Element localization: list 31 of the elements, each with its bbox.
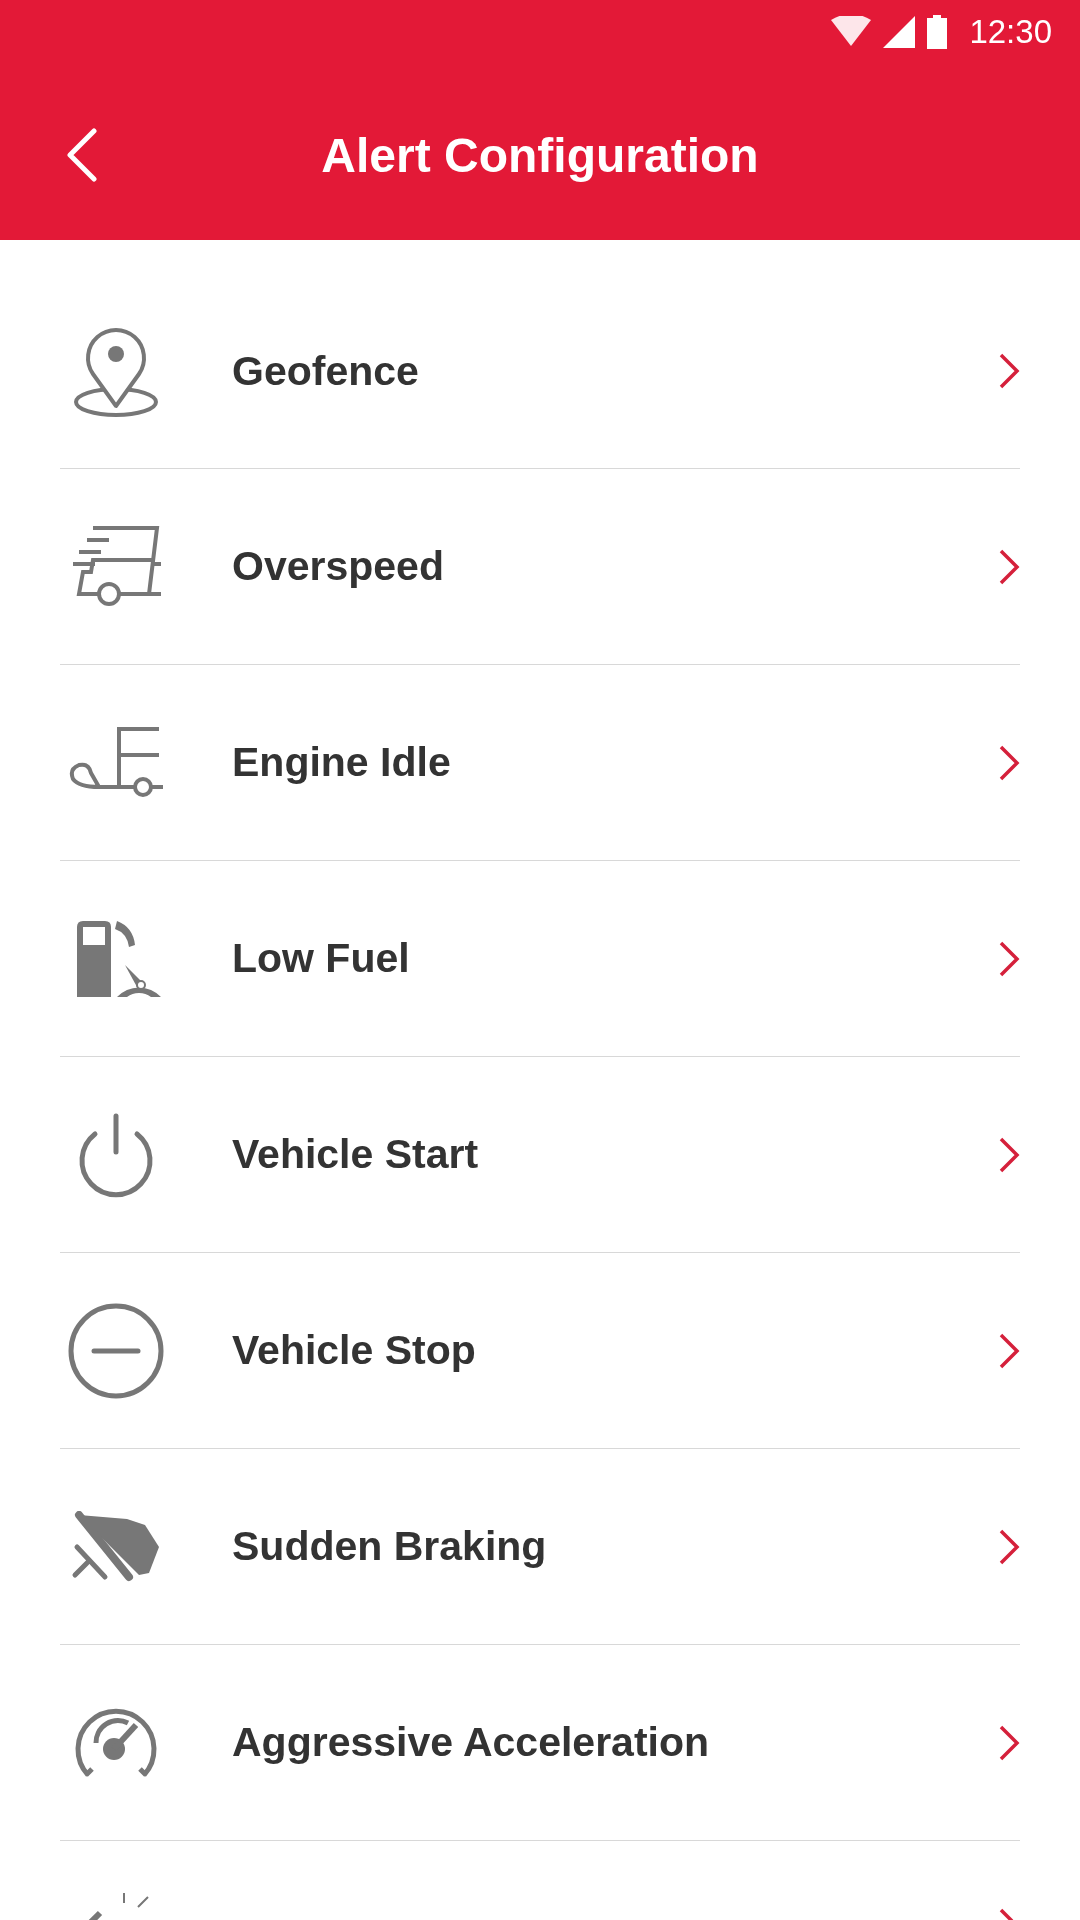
status-time: 12:30: [969, 13, 1052, 51]
chevron-right-icon: [998, 547, 1020, 586]
alert-type-label: Engine Idle: [232, 739, 451, 786]
alert-type-label: Sudden Braking: [232, 1523, 547, 1570]
alert-type-item[interactable]: Vehicle Start: [60, 1057, 1020, 1253]
wifi-icon: [831, 16, 872, 48]
alert-type-item[interactable]: Sudden Braking: [60, 1449, 1020, 1645]
signal-icon: [883, 16, 916, 48]
battery-icon: [927, 15, 948, 49]
alert-type-item[interactable]: Aggressive Acceleration: [60, 1645, 1020, 1841]
alert-type-item[interactable]: Geofence: [60, 240, 1020, 469]
minus-circle-icon: [67, 1301, 165, 1400]
chevron-right-icon: [998, 1135, 1020, 1174]
chevron-right-icon: [998, 743, 1020, 782]
alert-type-label: Vehicle Stop: [232, 1327, 476, 1374]
alert-type-item[interactable]: Overspeed: [60, 469, 1020, 665]
alert-type-label: Geofence: [232, 347, 419, 395]
alert-type-label: Aggressive Acceleration: [232, 1719, 710, 1766]
alert-type-item[interactable]: Vehicle Stop: [60, 1253, 1020, 1449]
alert-type-item[interactable]: Low Fuel: [60, 861, 1020, 1057]
chevron-right-icon: [998, 1331, 1020, 1370]
back-icon[interactable]: [66, 128, 98, 182]
chevron-right-icon: [998, 939, 1020, 978]
chevron-right-icon: [998, 352, 1020, 390]
alert-type-label: Vehicle Start: [232, 1131, 479, 1178]
chevron-right-icon: [998, 1723, 1020, 1762]
alert-type-label: Overspeed: [232, 543, 444, 590]
alert-type-label: Low Fuel: [232, 935, 410, 982]
alert-type-item[interactable]: Engine Idle: [60, 665, 1020, 861]
screen-title: Alert Configuration: [321, 127, 759, 183]
chevron-right-icon: [998, 1527, 1020, 1566]
